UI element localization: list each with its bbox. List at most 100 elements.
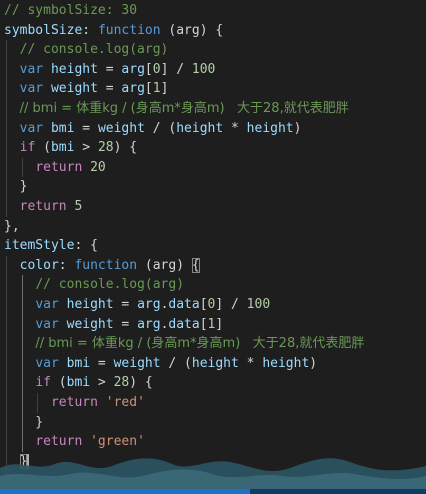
code-token: data — [168, 297, 200, 312]
code-token: height — [58, 297, 114, 312]
code-token: symbolSize — [4, 22, 83, 38]
code-token: height — [43, 61, 98, 77]
code-token: height — [262, 355, 310, 371]
code-token: function — [74, 257, 138, 273]
code-token: data — [168, 316, 200, 332]
code-line: var weight = arg[1] — [4, 79, 169, 99]
code-line: return 5 — [4, 197, 83, 217]
code-token: ) — [293, 120, 302, 136]
code-token: / ( — [144, 120, 177, 136]
code-token: : — [58, 257, 75, 273]
code-line: symbolSize: function (arg) { — [4, 21, 223, 41]
code-token: return — [19, 199, 67, 214]
code-token: height — [176, 120, 224, 136]
code-token: var — [35, 316, 59, 332]
code-token: var — [19, 120, 44, 136]
code-token: // bmi = 体重kg / (身高m*身高m) 大于28,就代表肥胖 — [19, 101, 349, 116]
code-token: ) — [309, 355, 318, 371]
code-token: bmi — [50, 140, 75, 156]
code-editor[interactable]: // symbolSize: 30 symbolSize: function (a… — [0, 0, 426, 494]
code-line: color: function (arg) { — [4, 256, 200, 276]
code-token: = — [113, 297, 138, 312]
code-token: 20 — [90, 159, 106, 175]
code-token: : — [82, 22, 98, 38]
code-token: var — [19, 61, 44, 77]
code-line: // console.log(arg) — [4, 275, 184, 295]
code-line: // bmi = 体重kg / (身高m*身高m) 大于28,就代表肥胖 — [4, 334, 364, 354]
code-token: bmi — [43, 120, 75, 136]
code-token: [ — [199, 297, 208, 312]
code-token: 5 — [74, 199, 83, 214]
code-line: return 20 — [4, 158, 106, 178]
code-line: var bmi = weight / (height * height) — [4, 354, 317, 374]
code-token: 100 — [191, 61, 216, 77]
code-token: } — [4, 414, 44, 430]
code-token: // console.log(arg) — [19, 42, 169, 58]
code-line: return 'red' — [4, 393, 145, 413]
code-token: 'red' — [105, 395, 145, 410]
code-token: arg — [137, 316, 161, 332]
code-token: return — [35, 159, 83, 175]
code-token: = — [97, 81, 122, 97]
code-token: = — [113, 316, 138, 332]
code-token: * — [223, 120, 247, 136]
code-token: { — [191, 257, 200, 273]
code-token: weight — [58, 316, 114, 332]
code-token: bmi — [66, 375, 91, 391]
scrollbar-thumb[interactable] — [0, 489, 250, 494]
code-token: height — [191, 355, 239, 371]
code-token: weight — [43, 81, 98, 97]
code-line: var height = arg[0] / 100 — [4, 60, 216, 80]
horizontal-scrollbar[interactable] — [0, 489, 426, 494]
code-token: ( — [35, 140, 51, 156]
code-line: // console.log(arg) — [4, 40, 169, 60]
code-token: ) { — [129, 375, 153, 391]
code-token: function — [97, 22, 161, 38]
code-token: 28 — [97, 140, 114, 156]
code-token: arg — [137, 297, 161, 312]
bottom-wave-decoration — [0, 458, 426, 494]
code-token: = — [74, 120, 98, 136]
code-token: // console.log(arg) — [35, 277, 185, 293]
code-token: [ — [199, 316, 208, 332]
code-token: var — [19, 81, 44, 97]
code-token: return — [50, 395, 98, 410]
code-token: // bmi = 体重kg / (身高m*身高m) 大于28,就代表肥胖 — [35, 336, 365, 352]
code-token: [ — [144, 61, 153, 77]
code-token: ] — [160, 81, 169, 97]
code-token: weight — [97, 120, 145, 136]
code-token: color — [19, 257, 59, 273]
code-token: ) { — [113, 140, 138, 156]
code-line: // symbolSize: 30 — [4, 1, 137, 21]
code-token: arg — [121, 61, 145, 77]
code-token: (arg) — [137, 257, 192, 273]
code-token: var — [35, 355, 59, 371]
code-line: if (bmi > 28) { — [4, 373, 153, 393]
code-token: 100 — [246, 297, 271, 312]
code-line: // bmi = 体重kg / (身高m*身高m) 大于28,就代表肥胖 — [4, 99, 349, 119]
code-token: itemStyle — [4, 238, 75, 254]
code-token: weight — [113, 355, 161, 371]
code-token: 1 — [152, 81, 161, 97]
code-line: var bmi = weight / (height * height) — [4, 119, 302, 139]
code-line: }, — [4, 217, 20, 237]
code-token: = — [97, 61, 122, 77]
code-token: 28 — [113, 375, 130, 391]
code-token: ] — [215, 316, 224, 332]
